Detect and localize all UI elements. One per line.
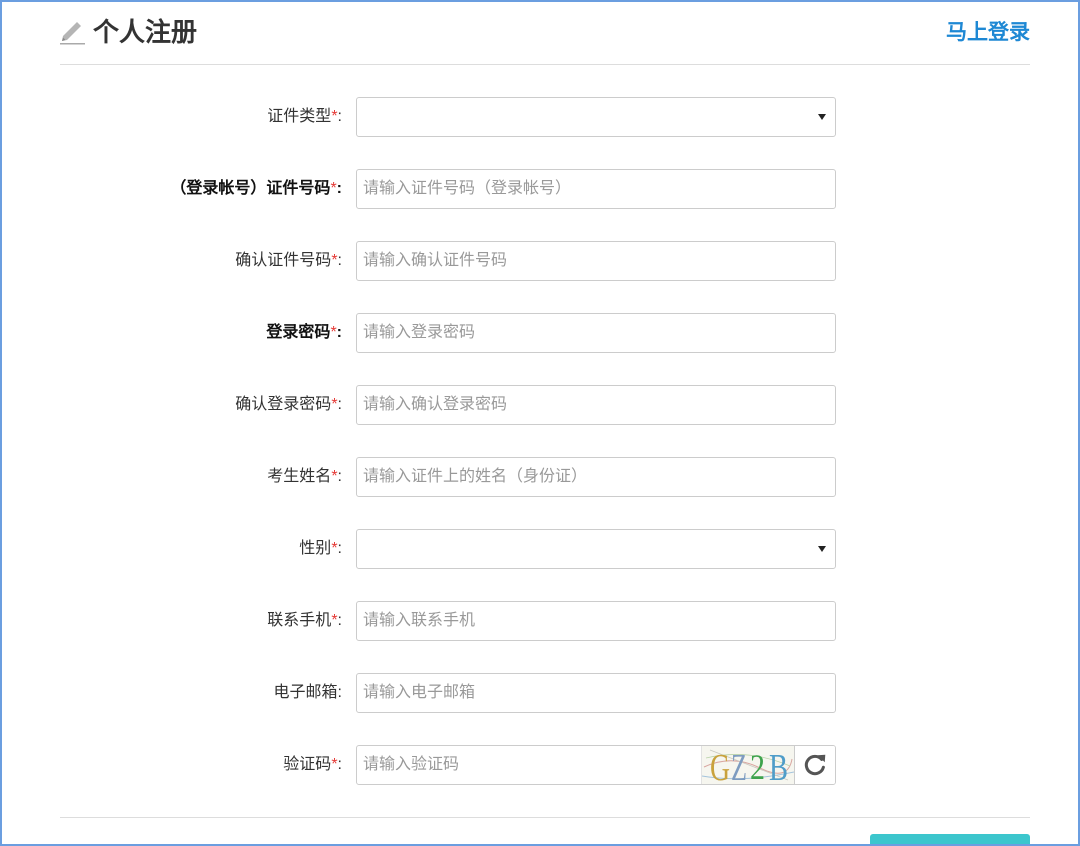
label-text: 确认证件号码 [235,252,332,269]
form-row-email: 电子邮箱: [60,673,836,713]
label-text: 性别 [299,540,332,557]
label-colon: : [337,540,342,557]
captcha-char: B [769,747,788,784]
caret-down-icon [818,546,826,552]
captcha-image[interactable]: G Z 2 B [701,746,794,784]
email-input[interactable] [356,673,836,713]
form-row-gender: 性别*: [60,529,836,569]
captcha-char: Z [731,747,747,784]
label-colon: : [337,396,342,413]
form-row-captcha: 验证码*: G Z 2 B [60,745,836,785]
confirm-id-number-label: 确认证件号码*: [60,241,342,281]
password-input[interactable] [356,313,836,353]
refresh-icon [804,754,826,776]
label-text: 登录密码 [266,324,331,341]
label-text: 联系手机 [267,612,332,629]
gender-select[interactable] [356,529,836,569]
email-label: 电子邮箱: [60,673,342,713]
caret-down-icon [818,114,826,120]
refresh-captcha-button[interactable] [794,746,835,784]
login-link[interactable]: 马上登录 [946,18,1030,48]
name-label: 考生姓名*: [60,457,342,497]
page-title: 个人注册 [93,17,198,47]
label-colon: : [336,324,342,341]
form-row-confirm-id-number: 确认证件号码*: [60,241,836,281]
password-label: 登录密码*: [60,313,342,353]
form-row-password: 登录密码*: [60,313,836,353]
captcha-char: 2 [750,747,765,784]
form-row-confirm-password: 确认登录密码*: [60,385,836,425]
label-colon: : [337,756,342,773]
confirm-password-input[interactable] [356,385,836,425]
captcha-char: G [710,747,730,784]
confirm-password-label: 确认登录密码*: [60,385,342,425]
label-text: （登录帐号）证件号码 [170,180,331,197]
id-number-label: （登录帐号）证件号码*: [60,169,342,209]
captcha-label: 验证码*: [60,745,342,785]
gender-label: 性别*: [60,529,342,569]
id-type-label: 证件类型*: [60,97,342,137]
label-text: 电子邮箱 [273,684,338,701]
label-colon: : [337,252,342,269]
id-type-select[interactable] [356,97,836,137]
label-text: 验证码 [283,756,332,773]
id-number-input[interactable] [356,169,836,209]
form-row-id-number: （登录帐号）证件号码*: [60,169,836,209]
label-colon: : [337,108,342,125]
submit-button[interactable] [870,834,1030,846]
label-colon: : [336,180,342,197]
label-text: 确认登录密码 [235,396,332,413]
footer-divider [60,817,1030,818]
label-colon: : [337,468,342,485]
phone-input[interactable] [356,601,836,641]
name-input[interactable] [356,457,836,497]
confirm-id-number-input[interactable] [356,241,836,281]
phone-label: 联系手机*: [60,601,342,641]
form-row-phone: 联系手机*: [60,601,836,641]
label-text: 证件类型 [267,108,332,125]
pencil-icon [60,22,85,45]
header-divider [60,64,1030,65]
form-row-name: 考生姓名*: [60,457,836,497]
captcha-input[interactable] [357,746,701,784]
label-colon: : [337,684,342,701]
captcha-group: G Z 2 B [356,745,836,785]
label-colon: : [337,612,342,629]
label-text: 考生姓名 [267,468,332,485]
form-row-id-type: 证件类型*: [60,97,836,137]
